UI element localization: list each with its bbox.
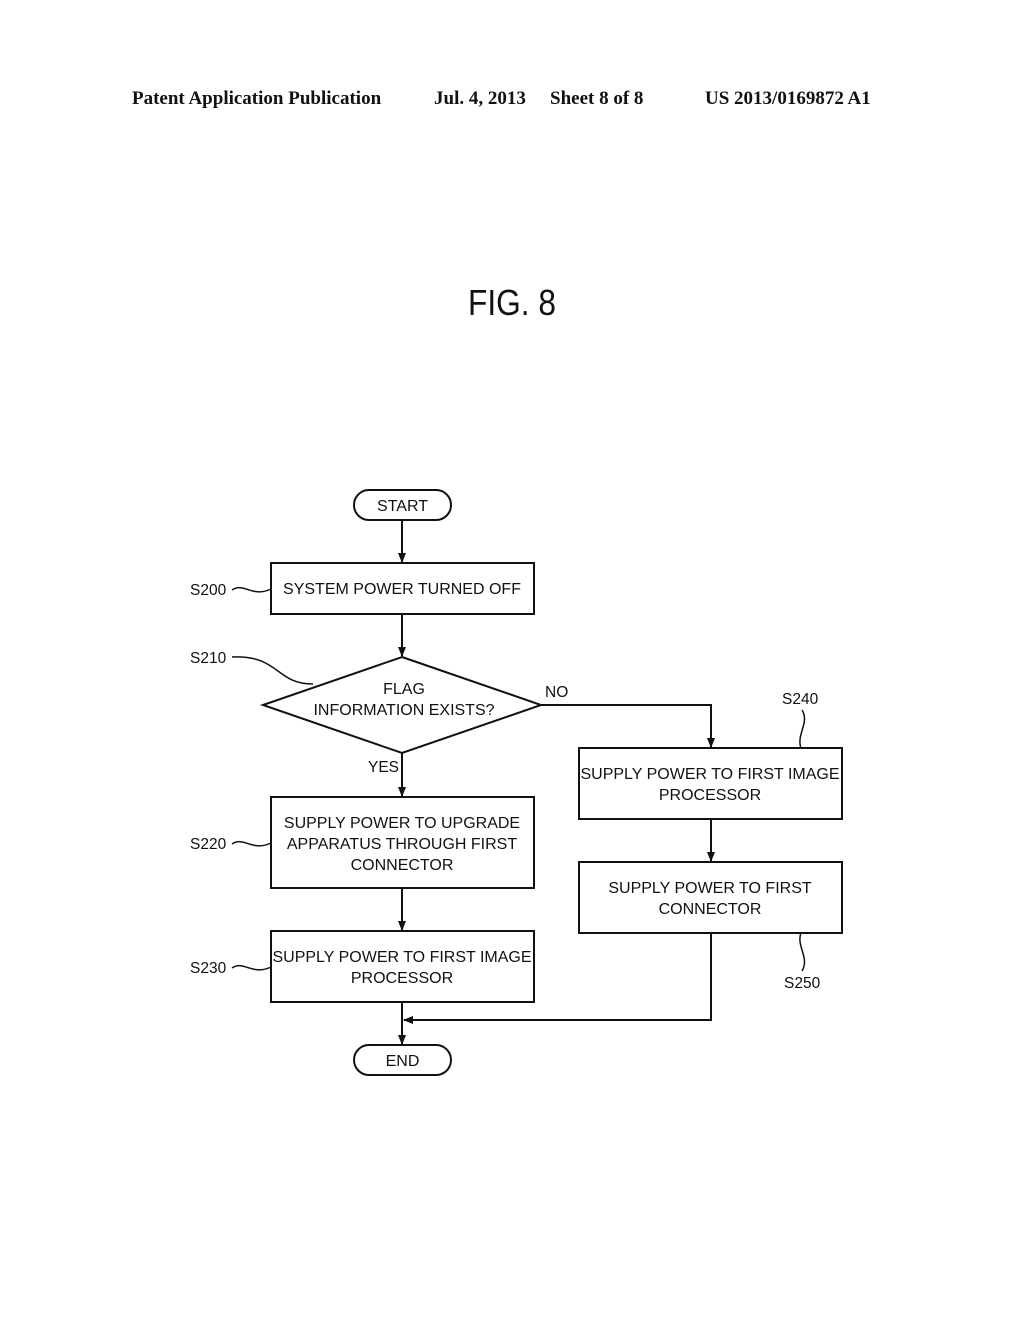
step-s200-text: SYSTEM POWER TURNED OFF — [283, 581, 521, 598]
leader-s200 — [231, 586, 272, 593]
ref-s250: S250 — [784, 975, 821, 992]
leader-s250 — [799, 932, 806, 972]
ref-s210: S210 — [190, 650, 227, 667]
step-s240-text-line1: SUPPLY POWER TO FIRST IMAGE — [580, 766, 839, 783]
end-label: END — [386, 1053, 420, 1070]
step-s240-text-line2: PROCESSOR — [659, 787, 761, 804]
step-s240-box — [578, 747, 843, 820]
arrow-s210-to-s240 — [541, 704, 715, 748]
leader-s230 — [231, 964, 272, 971]
leader-s210 — [231, 656, 314, 685]
leader-s220 — [231, 840, 272, 847]
step-s230-text-line2: PROCESSOR — [351, 970, 453, 987]
step-s250-box — [578, 861, 843, 934]
step-s210-text-line1: FLAG — [383, 681, 425, 698]
step-s210-text-line2: INFORMATION EXISTS? — [313, 702, 494, 719]
ref-s220: S220 — [190, 836, 227, 853]
start-label: START — [377, 498, 428, 515]
ref-s230: S230 — [190, 960, 227, 977]
step-s230-box — [270, 930, 535, 1003]
step-s250-text-line1: SUPPLY POWER TO FIRST — [608, 880, 812, 897]
step-s220-text-line3: CONNECTOR — [351, 857, 454, 874]
branch-no-label: NO — [545, 684, 568, 701]
step-s230-text-line1: SUPPLY POWER TO FIRST IMAGE — [272, 949, 531, 966]
step-s220-text-line2: APPARATUS THROUGH FIRST — [287, 836, 517, 853]
flowchart: START END SYSTEM POWER TURNED OFF FLAG I… — [190, 489, 843, 1076]
ref-s240: S240 — [782, 691, 819, 708]
branch-yes-label: YES — [368, 759, 399, 776]
ref-s200: S200 — [190, 582, 227, 599]
step-s250-text-line2: CONNECTOR — [659, 901, 762, 918]
step-s220-text-line1: SUPPLY POWER TO UPGRADE — [284, 815, 520, 832]
leader-s240 — [799, 709, 806, 749]
